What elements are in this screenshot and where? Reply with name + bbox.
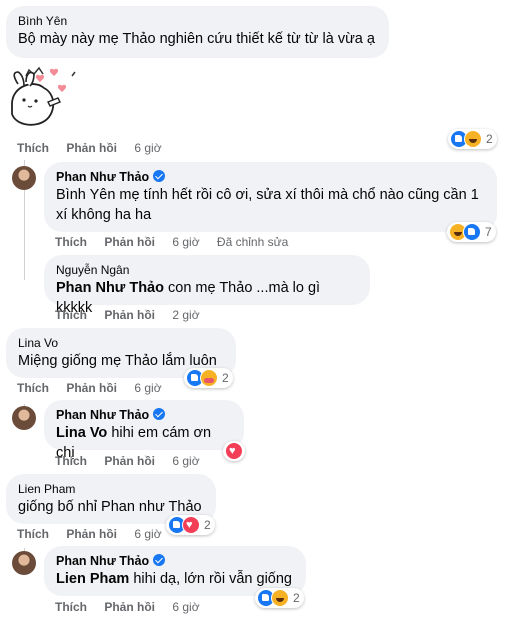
comment-bubble: Phan Như Thảo Bình Yên mẹ tính hết rồi c…: [44, 162, 497, 232]
reaction-count: 2: [293, 591, 300, 605]
reply-button[interactable]: Phản hồi: [104, 454, 155, 468]
like-button[interactable]: Thích: [17, 381, 49, 395]
like-button[interactable]: Thích: [17, 527, 49, 541]
reaction-summary[interactable]: 2: [255, 588, 304, 608]
verified-badge-icon: [153, 554, 166, 566]
love-reaction-icon: [225, 442, 243, 460]
comment-text: Lien Pham hihi dạ, lớn rồi vẫn giống: [56, 571, 292, 587]
timestamp[interactable]: 6 giờ: [172, 454, 199, 468]
avatar[interactable]: [12, 166, 36, 190]
comment-actions: Thích Phản hồi 2 giờ: [55, 308, 214, 322]
comment-actions: Thích Phản hồi 6 giờ: [17, 141, 176, 155]
comment-bubble: Bình Yên Bộ mày này mẹ Thảo nghiên cứu t…: [6, 6, 389, 58]
reaction-count: 2: [222, 371, 229, 385]
comment-author[interactable]: Nguyễn Ngân: [56, 262, 358, 278]
comment-author[interactable]: Lina Vo: [18, 335, 224, 351]
like-button[interactable]: Thích: [17, 141, 49, 155]
reply-button[interactable]: Phản hồi: [66, 527, 117, 541]
timestamp[interactable]: 6 giờ: [134, 141, 161, 155]
reaction-summary[interactable]: 7: [447, 222, 496, 242]
reaction-count: 2: [486, 132, 493, 146]
comment-author[interactable]: Phan Như Thảo: [56, 407, 232, 423]
comment-text: Bình Yên mẹ tính hết rồi cô ơi, sửa xí t…: [56, 187, 479, 223]
timestamp[interactable]: 2 giờ: [172, 308, 199, 322]
timestamp[interactable]: 6 giờ: [134, 527, 161, 541]
like-button[interactable]: Thích: [55, 308, 87, 322]
comment-author[interactable]: Phan Như Thảo: [56, 169, 485, 185]
mention-link[interactable]: Phan Như Thảo: [56, 280, 164, 296]
comment-actions: Thích Phản hồi 6 giờ: [55, 454, 214, 468]
reply-button[interactable]: Phản hồi: [104, 308, 155, 322]
reaction-count: 2: [204, 518, 211, 532]
haha-reaction-icon: [464, 130, 482, 148]
like-reaction-icon: [463, 223, 481, 241]
verified-badge-icon: [153, 408, 166, 420]
comment-author[interactable]: Bình Yên: [18, 13, 377, 29]
reply-button[interactable]: Phản hồi: [66, 141, 117, 155]
reaction-summary[interactable]: [223, 441, 245, 461]
avatar[interactable]: [12, 406, 36, 430]
timestamp[interactable]: 6 giờ: [172, 600, 199, 614]
comment-bubble: Nguyễn Ngân Phan Như Thảo con mẹ Thảo ..…: [44, 255, 370, 316]
like-button[interactable]: Thích: [55, 600, 87, 614]
comment-text: Bộ mày này mẹ Thảo nghiên cứu thiết kế t…: [18, 31, 375, 47]
verified-badge-icon: [153, 170, 166, 182]
comment-actions: Thích Phản hồi 6 giờ Đã chỉnh sửa: [55, 235, 302, 249]
haha-reaction-icon: [271, 589, 289, 607]
comment-author[interactable]: Lien Pham: [18, 481, 204, 497]
sticker-rabbit: [4, 64, 84, 134]
like-button[interactable]: Thích: [55, 454, 87, 468]
love-reaction-icon: [182, 516, 200, 534]
rabbit-sticker-icon: [11, 66, 76, 126]
comment-actions: Thích Phản hồi 6 giờ: [55, 600, 214, 614]
comment-actions: Thích Phản hồi 6 giờ: [17, 381, 176, 395]
mention-link[interactable]: Lina Vo: [56, 425, 107, 441]
reply-button[interactable]: Phản hồi: [104, 235, 155, 249]
comment-text: giống bố nhỉ Phan như Thảo: [18, 499, 202, 515]
like-button[interactable]: Thích: [55, 235, 87, 249]
comment-author[interactable]: Phan Như Thảo: [56, 553, 294, 569]
timestamp[interactable]: 6 giờ: [134, 381, 161, 395]
comment-bubble: Phan Như Thảo Lina Vo hihi em cám ơn chị: [44, 400, 244, 461]
reaction-count: 7: [485, 225, 492, 239]
comment-actions: Thích Phản hồi 6 giờ: [17, 527, 176, 541]
avatar[interactable]: [12, 551, 36, 575]
care-reaction-icon: [200, 369, 218, 387]
reaction-summary[interactable]: 2: [184, 368, 233, 388]
mention-link[interactable]: Lien Pham: [56, 571, 129, 587]
reaction-summary[interactable]: 2: [448, 129, 497, 149]
reply-button[interactable]: Phản hồi: [104, 600, 155, 614]
reply-button[interactable]: Phản hồi: [66, 381, 117, 395]
edited-label: Đã chỉnh sửa: [216, 235, 289, 249]
timestamp[interactable]: 6 giờ: [172, 235, 199, 249]
